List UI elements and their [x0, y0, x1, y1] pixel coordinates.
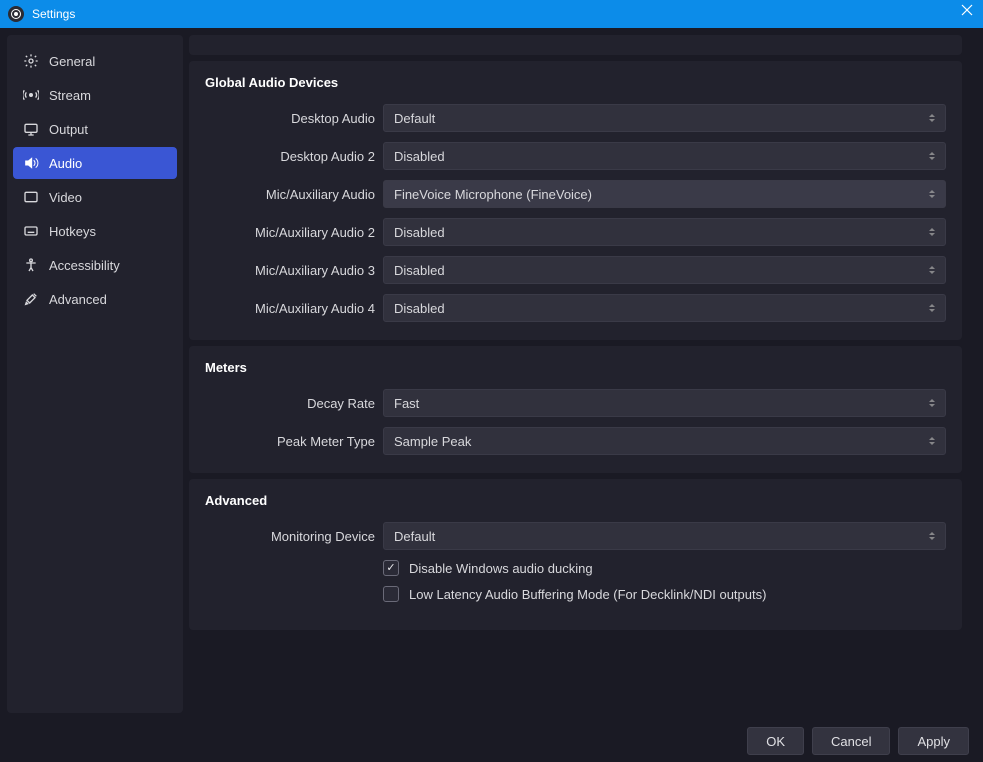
label-decay-rate: Decay Rate — [205, 396, 375, 411]
sidebar-item-label: Accessibility — [49, 258, 120, 273]
sidebar-item-accessibility[interactable]: Accessibility — [13, 249, 177, 281]
combo-mic-aux[interactable]: FineVoice Microphone (FineVoice) — [383, 180, 946, 208]
sidebar-item-output[interactable]: Output — [13, 113, 177, 145]
accessibility-icon — [23, 257, 39, 273]
window-title: Settings — [32, 7, 75, 21]
sidebar-item-label: Audio — [49, 156, 82, 171]
sidebar-item-audio[interactable]: Audio — [13, 147, 177, 179]
cancel-button[interactable]: Cancel — [812, 727, 890, 755]
section-title: Meters — [205, 360, 946, 375]
combo-monitoring-device[interactable]: Default — [383, 522, 946, 550]
section-title: Global Audio Devices — [205, 75, 946, 90]
audio-icon — [23, 155, 39, 171]
output-icon — [23, 121, 39, 137]
spinner-icon — [925, 528, 939, 544]
main-panel: Global Audio Devices Desktop Audio Defau… — [189, 35, 976, 713]
apply-button[interactable]: Apply — [898, 727, 969, 755]
spinner-icon — [925, 186, 939, 202]
label-peak-meter: Peak Meter Type — [205, 434, 375, 449]
stream-icon — [23, 87, 39, 103]
spinner-icon — [925, 110, 939, 126]
checkbox-disable-ducking[interactable] — [383, 560, 399, 576]
spinner-icon — [925, 300, 939, 316]
spinner-icon — [925, 262, 939, 278]
combo-mic-aux-4[interactable]: Disabled — [383, 294, 946, 322]
checkbox-label: Disable Windows audio ducking — [409, 561, 593, 576]
combo-decay-rate[interactable]: Fast — [383, 389, 946, 417]
combo-desktop-audio-2[interactable]: Disabled — [383, 142, 946, 170]
checkbox-label: Low Latency Audio Buffering Mode (For De… — [409, 587, 766, 602]
sidebar: General Stream Output Audio Video Hotkey… — [7, 35, 183, 713]
label-mic-aux-3: Mic/Auxiliary Audio 3 — [205, 263, 375, 278]
keyboard-icon — [23, 223, 39, 239]
ok-button[interactable]: OK — [747, 727, 804, 755]
app-icon — [8, 6, 24, 22]
sidebar-item-label: Output — [49, 122, 88, 137]
close-button[interactable] — [961, 4, 973, 19]
spinner-icon — [925, 224, 939, 240]
sidebar-item-label: Stream — [49, 88, 91, 103]
previous-section-edge — [189, 35, 962, 55]
sidebar-item-video[interactable]: Video — [13, 181, 177, 213]
sidebar-item-advanced[interactable]: Advanced — [13, 283, 177, 315]
sidebar-item-label: Hotkeys — [49, 224, 96, 239]
label-monitoring-device: Monitoring Device — [205, 529, 375, 544]
titlebar: Settings — [0, 0, 983, 28]
section-advanced: Advanced Monitoring Device Default Disab… — [189, 479, 962, 630]
tools-icon — [23, 291, 39, 307]
combo-peak-meter[interactable]: Sample Peak — [383, 427, 946, 455]
sidebar-item-label: Video — [49, 190, 82, 205]
sidebar-item-general[interactable]: General — [13, 45, 177, 77]
video-icon — [23, 189, 39, 205]
checkbox-low-latency[interactable] — [383, 586, 399, 602]
settings-scroll[interactable]: Global Audio Devices Desktop Audio Defau… — [189, 35, 976, 713]
footer: OK Cancel Apply — [0, 720, 983, 762]
spinner-icon — [925, 395, 939, 411]
combo-mic-aux-3[interactable]: Disabled — [383, 256, 946, 284]
label-mic-aux-4: Mic/Auxiliary Audio 4 — [205, 301, 375, 316]
combo-desktop-audio[interactable]: Default — [383, 104, 946, 132]
spinner-icon — [925, 148, 939, 164]
combo-mic-aux-2[interactable]: Disabled — [383, 218, 946, 246]
label-desktop-audio-2: Desktop Audio 2 — [205, 149, 375, 164]
gear-icon — [23, 53, 39, 69]
sidebar-item-label: Advanced — [49, 292, 107, 307]
sidebar-item-hotkeys[interactable]: Hotkeys — [13, 215, 177, 247]
spinner-icon — [925, 433, 939, 449]
label-mic-aux: Mic/Auxiliary Audio — [205, 187, 375, 202]
label-mic-aux-2: Mic/Auxiliary Audio 2 — [205, 225, 375, 240]
sidebar-item-stream[interactable]: Stream — [13, 79, 177, 111]
sidebar-item-label: General — [49, 54, 95, 69]
section-meters: Meters Decay Rate Fast Peak Meter Type S… — [189, 346, 962, 473]
section-title: Advanced — [205, 493, 946, 508]
section-global-audio: Global Audio Devices Desktop Audio Defau… — [189, 61, 962, 340]
label-desktop-audio: Desktop Audio — [205, 111, 375, 126]
